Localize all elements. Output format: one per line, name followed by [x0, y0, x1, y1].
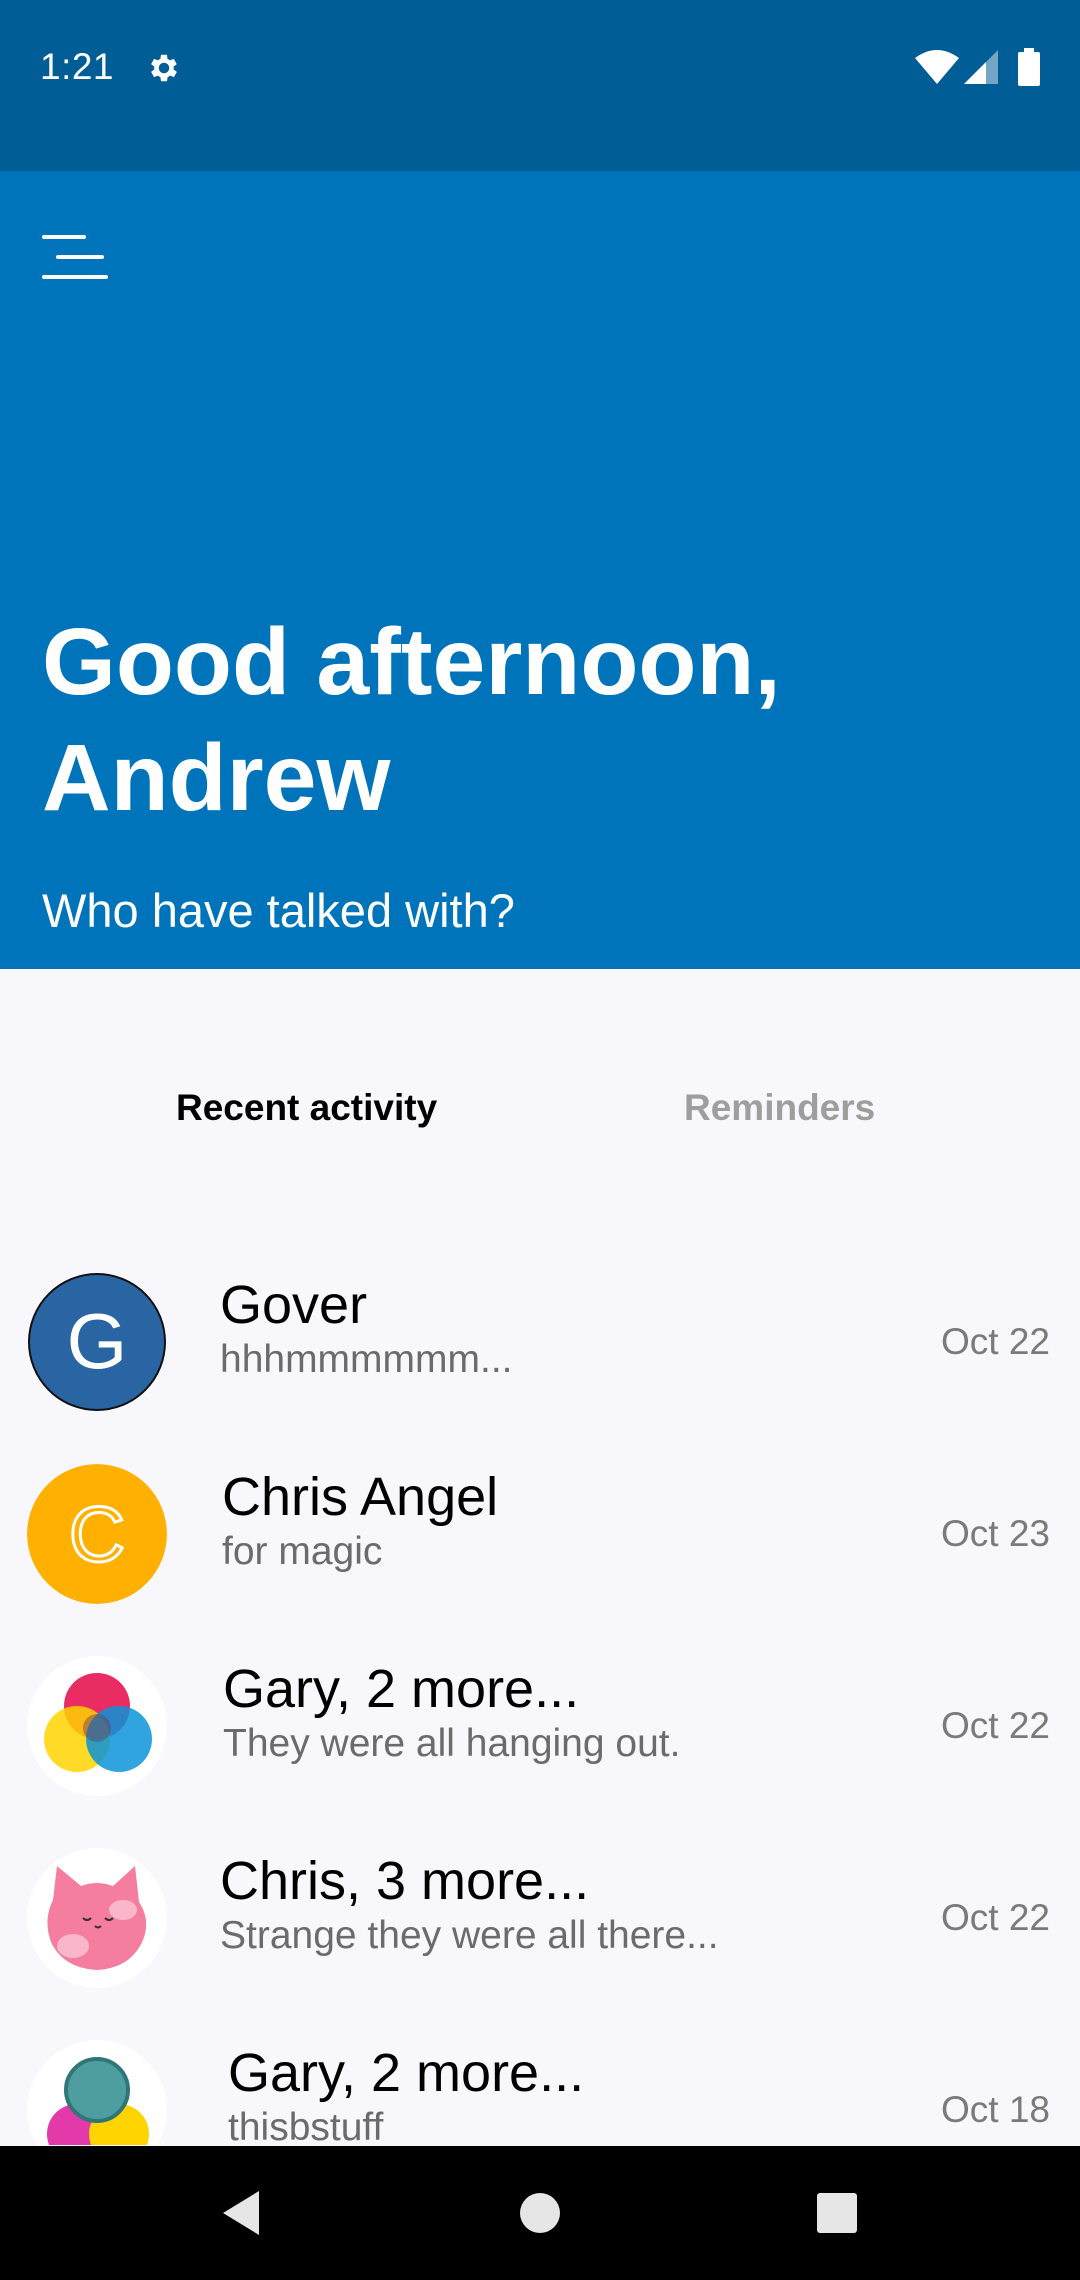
- contact-name: Gary, 2 more...: [223, 1659, 580, 1719]
- contact-name: Gary, 2 more...: [228, 2043, 585, 2103]
- list-item[interactable]: G Gover hhhmmmmmm... Oct 22: [0, 1245, 1080, 1437]
- greeting-line-1: Good afternoon,: [42, 609, 781, 715]
- message-preview: hhhmmmmmm...: [220, 1338, 513, 1381]
- message-preview: for magic: [222, 1530, 383, 1573]
- avatar: [27, 2040, 167, 2145]
- avatar: C: [27, 1464, 167, 1604]
- group-avatar-icon: [27, 2040, 167, 2145]
- contact-name: Chris, 3 more...: [220, 1851, 590, 1911]
- list-item[interactable]: Chris, 3 more... Strange they were all t…: [0, 1821, 1080, 2013]
- menu-icon[interactable]: [38, 233, 114, 289]
- group-avatar-icon: [27, 1656, 167, 1796]
- activity-tabs: Recent activity Reminders: [0, 1070, 1080, 1145]
- system-navigation-bar: [0, 2146, 1080, 2280]
- letter-avatar-icon: C: [27, 1464, 167, 1604]
- svg-text:G: G: [67, 1297, 128, 1385]
- greeting-user-name: Andrew: [42, 725, 391, 831]
- greeting-header: Good afternoon, Andrew Who have talked w…: [0, 171, 1080, 969]
- list-item[interactable]: C Chris Angel for magic Oct 23: [0, 1437, 1080, 1629]
- activity-date: Oct 18: [941, 2089, 1050, 2130]
- activity-date: Oct 22: [941, 1321, 1050, 1362]
- greeting-title: Good afternoon, Andrew: [42, 604, 1042, 836]
- cellular-signal-icon: [964, 50, 998, 84]
- greeting-subtitle: Who have talked with?: [42, 884, 515, 937]
- svg-text:C: C: [69, 1490, 125, 1578]
- avatar: G: [27, 1272, 167, 1412]
- avatar: [27, 1656, 167, 1796]
- battery-icon: [1018, 48, 1040, 86]
- letter-avatar-icon: G: [28, 1273, 166, 1411]
- settings-gear-icon: [151, 54, 177, 82]
- nav-back-button[interactable]: [181, 2146, 301, 2280]
- activity-date: Oct 22: [941, 1897, 1050, 1938]
- activity-date: Oct 22: [941, 1705, 1050, 1746]
- avatar: [27, 1848, 167, 1988]
- message-preview: thisbstuff: [228, 2106, 384, 2145]
- list-item[interactable]: Gary, 2 more... They were all hanging ou…: [0, 1629, 1080, 1821]
- wifi-icon: [915, 50, 959, 84]
- tab-recent-activity[interactable]: Recent activity: [176, 1070, 437, 1145]
- contact-name: Chris Angel: [222, 1467, 499, 1527]
- nav-home-button[interactable]: [480, 2146, 600, 2280]
- recent-activity-list: G Gover hhhmmmmmm... Oct 22 C Chris Ange…: [0, 1245, 1080, 2145]
- back-icon: [223, 2191, 259, 2235]
- activity-date: Oct 23: [941, 1513, 1050, 1554]
- home-icon: [520, 2193, 560, 2233]
- nav-recents-button[interactable]: [777, 2146, 897, 2280]
- recents-icon: [817, 2193, 857, 2233]
- status-bar: 1:21: [0, 0, 1080, 171]
- message-preview: Strange they were all there...: [220, 1914, 719, 1957]
- pink-cat-avatar-icon: [27, 1848, 167, 1988]
- contact-name: Gover: [220, 1275, 368, 1335]
- status-time: 1:21: [40, 46, 115, 87]
- tab-reminders[interactable]: Reminders: [684, 1070, 875, 1145]
- list-item[interactable]: Gary, 2 more... thisbstuff Oct 18: [0, 2013, 1080, 2145]
- message-preview: They were all hanging out.: [223, 1722, 681, 1765]
